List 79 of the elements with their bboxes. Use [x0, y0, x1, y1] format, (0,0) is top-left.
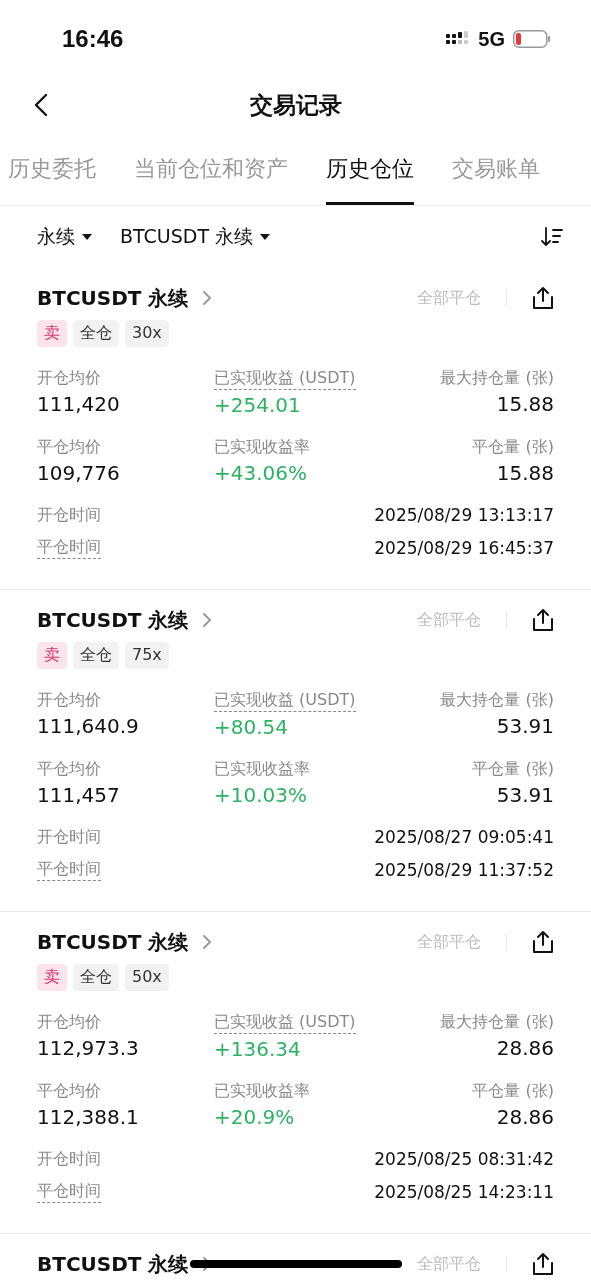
- stat-label: 平仓均价: [37, 436, 101, 458]
- tag-label: 卖: [37, 320, 67, 347]
- stat-label: 平仓量 (张): [472, 436, 554, 458]
- chevron-icon: [202, 290, 213, 306]
- stat-value: 112,973.3: [37, 1035, 139, 1061]
- stat-label: 已实现收益率: [214, 1080, 310, 1102]
- stat-label: 已实现收益 (USDT): [214, 689, 356, 712]
- symbol-link[interactable]: BTCUSDT 永续: [37, 284, 213, 312]
- time-label: 开仓时间: [37, 1148, 101, 1170]
- stat-value: 112,388.1: [37, 1104, 139, 1130]
- stat-label: 开仓均价: [37, 689, 101, 711]
- stat-value: 15.88: [496, 391, 554, 417]
- status-time: 16:46: [62, 25, 124, 53]
- stat-label: 最大持仓量 (张): [440, 689, 554, 711]
- share-button[interactable]: [532, 286, 554, 310]
- tag-label: 卖: [37, 642, 67, 669]
- time-label: 开仓时间: [37, 504, 101, 526]
- stat-value: 111,457: [37, 782, 120, 808]
- filter-dropdown[interactable]: BTCUSDT 永续: [120, 224, 271, 250]
- stat-label: 平仓均价: [37, 758, 101, 780]
- stat-value: +10.03%: [214, 782, 308, 808]
- stat-label: 已实现收益率: [214, 758, 310, 780]
- battery-icon: [513, 30, 551, 48]
- tag-label: 50x: [125, 964, 169, 991]
- time-value: 2025/08/25 08:31:42: [374, 1149, 554, 1169]
- page-title: 交易记录: [249, 90, 342, 120]
- time-value: 2025/08/27 09:05:41: [374, 827, 554, 847]
- stat-label: 最大持仓量 (张): [440, 367, 554, 389]
- stat-label: 已实现收益 (USDT): [214, 1011, 356, 1034]
- symbol-link[interactable]: BTCUSDT 永续: [37, 606, 213, 634]
- network-label: 5G: [478, 27, 505, 51]
- stat-label: 平仓均价: [37, 1080, 101, 1102]
- symbol-link[interactable]: BTCUSDT 永续: [37, 928, 213, 956]
- time-value: 2025/08/29 16:45:37: [374, 537, 554, 558]
- time-value: 2025/08/29 11:37:52: [374, 859, 554, 880]
- caret-icon: [260, 234, 271, 240]
- time-value: 2025/08/29 13:13:17: [374, 505, 554, 525]
- tag-label: 全仓: [73, 320, 119, 347]
- caret-icon: [82, 234, 92, 240]
- tag-label: 卖: [37, 964, 67, 991]
- stat-label: 平仓量 (张): [472, 758, 554, 780]
- sort-button[interactable]: [541, 227, 563, 247]
- chevron-icon: [202, 934, 213, 950]
- stat-label: 平仓量 (张): [472, 1080, 554, 1102]
- stat-value: +80.54: [214, 714, 288, 740]
- tag-label: 75x: [125, 642, 169, 669]
- stat-label: 开仓均价: [37, 367, 101, 389]
- stat-value: 15.88: [496, 460, 554, 486]
- share-button[interactable]: [532, 608, 554, 632]
- stat-label: 已实现收益率: [214, 436, 310, 458]
- stat-value: +20.9%: [214, 1104, 295, 1130]
- stat-value: 111,420: [37, 391, 120, 417]
- filter-dropdown[interactable]: 永续: [37, 224, 92, 250]
- share-button[interactable]: [532, 1252, 554, 1276]
- tag-label: 全仓: [73, 642, 119, 669]
- signal-icon: [446, 31, 471, 47]
- time-label: 平仓时间: [37, 536, 101, 559]
- time-label: 平仓时间: [37, 858, 101, 881]
- stat-value: +43.06%: [214, 460, 308, 486]
- stat-label: 开仓均价: [37, 1011, 101, 1033]
- tag-label: 30x: [125, 320, 169, 347]
- tab[interactable]: 历史仓位: [326, 132, 414, 205]
- back-button[interactable]: [34, 93, 48, 117]
- time-label: 开仓时间: [37, 826, 101, 848]
- chevron-icon: [202, 612, 213, 628]
- stat-value: 109,776: [37, 460, 120, 486]
- tag-label: 全仓: [73, 964, 119, 991]
- stat-value: +254.01: [214, 392, 301, 418]
- time-value: 2025/08/25 14:23:11: [374, 1181, 554, 1202]
- stat-value: 28.86: [496, 1104, 554, 1130]
- stat-label: 已实现收益 (USDT): [214, 367, 356, 390]
- stat-value: 111,640.9: [37, 713, 139, 739]
- share-button[interactable]: [532, 930, 554, 954]
- stat-value: +136.34: [214, 1036, 301, 1062]
- stat-label: 最大持仓量 (张): [440, 1011, 554, 1033]
- time-label: 平仓时间: [37, 1180, 101, 1203]
- stat-value: 28.86: [496, 1035, 554, 1061]
- stat-value: 53.91: [496, 782, 554, 808]
- stat-value: 53.91: [496, 713, 554, 739]
